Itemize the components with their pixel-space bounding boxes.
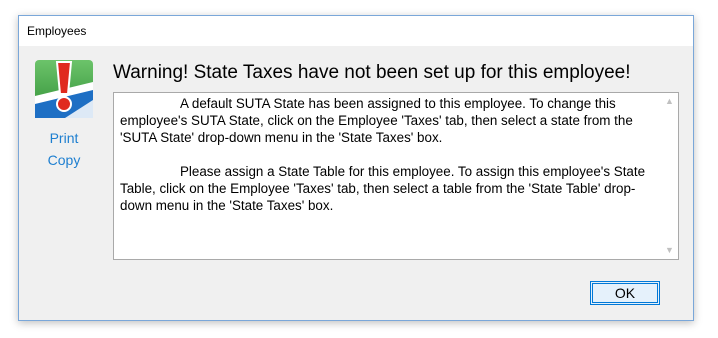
window-title: Employees [27,24,87,38]
scroll-down-icon[interactable]: ▼ [661,242,678,259]
ok-button-label: OK [614,285,636,301]
title-bar[interactable]: Employees [19,16,693,46]
vertical-scrollbar[interactable]: ▲ ▼ [661,93,678,259]
message-paragraph: A default SUTA State has been assigned t… [120,96,633,145]
scroll-up-icon[interactable]: ▲ [661,93,678,110]
print-link[interactable]: Print [35,130,93,146]
ok-button[interactable]: OK [590,281,660,305]
copy-link[interactable]: Copy [35,152,93,168]
message-paragraph: Please assign a State Table for this emp… [120,164,646,213]
warning-headline: Warning! State Taxes have not been set u… [113,62,631,83]
dialog-window: Employees Print Copy Warning! State Taxe… [18,15,694,321]
warning-exclamation-icon [35,60,93,118]
message-textbox[interactable]: A default SUTA State has been assigned t… [113,92,679,260]
